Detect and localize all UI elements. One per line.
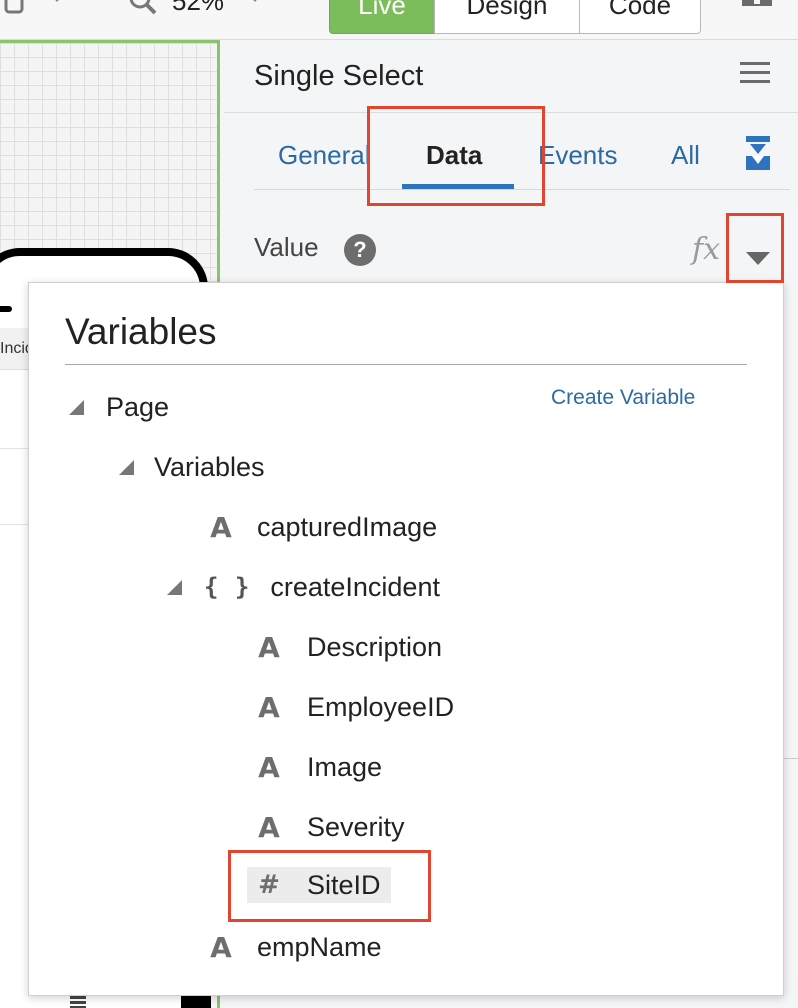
menu-line (740, 62, 770, 65)
code-mode-button[interactable]: Code (579, 0, 701, 34)
tree-label: capturedImage (257, 511, 438, 542)
string-type-icon: A (210, 510, 232, 544)
tree-node-variables[interactable]: Variables (119, 447, 265, 487)
tree-label: Page (106, 391, 170, 422)
collapse-triangle-icon[interactable] (69, 399, 84, 415)
tree-node-description[interactable]: A Description (255, 627, 442, 667)
menu-line (740, 71, 770, 74)
zoom-level[interactable]: 52% (172, 0, 224, 17)
list-view-icon (70, 996, 86, 1008)
tree-node-severity[interactable]: A Severity (255, 807, 405, 847)
device-icon[interactable] (0, 0, 28, 16)
tree-label: EmployeeID (307, 691, 455, 722)
tree-node-image[interactable]: A Image (255, 747, 382, 787)
tab-all[interactable]: All (671, 140, 700, 171)
top-toolbar: 52% Live Design Code (0, 0, 798, 40)
tree-label: Description (307, 631, 443, 662)
create-variable-link[interactable]: Create Variable (551, 386, 695, 410)
live-mode-button[interactable]: Live (329, 0, 435, 34)
tree-node-employeeid[interactable]: A EmployeeID (255, 687, 454, 727)
tree-label: empName (257, 931, 382, 962)
tab-general[interactable]: General (278, 140, 371, 171)
tree-node-capturedimage[interactable]: A capturedImage (207, 507, 437, 547)
string-type-icon: A (258, 750, 280, 784)
object-type-icon: { } (204, 573, 251, 601)
tab-events[interactable]: Events (538, 140, 618, 171)
string-type-icon: A (258, 630, 280, 664)
dropdown-highlight-box (726, 213, 784, 283)
component-title: Single Select (254, 60, 424, 92)
panel-divider (784, 758, 798, 759)
string-type-icon: A (258, 810, 280, 844)
tree-node-createincident[interactable]: { } createIncident (167, 567, 440, 607)
collapse-triangle-icon[interactable] (167, 579, 182, 595)
tree-label: Image (307, 751, 383, 782)
popup-title: Variables (65, 311, 217, 352)
design-mode-button[interactable]: Design (434, 0, 580, 34)
tree-label: Severity (307, 811, 405, 842)
help-icon[interactable]: ? (344, 234, 376, 266)
tree-node-page[interactable]: Page (69, 387, 169, 427)
fx-expression-icon[interactable]: fx (692, 232, 720, 267)
tree-node-empname[interactable]: A empName (207, 927, 382, 967)
panel-toggle-icon[interactable] (740, 0, 776, 16)
string-type-icon: A (210, 930, 232, 964)
collapse-triangle-icon[interactable] (119, 459, 134, 475)
zoom-search-icon[interactable] (128, 0, 158, 18)
menu-line (740, 80, 770, 83)
component-data-icon[interactable] (744, 136, 772, 170)
zoom-dropdown-caret-icon[interactable] (248, 0, 262, 2)
tree-label: createIncident (270, 571, 440, 602)
device-dropdown-caret-icon[interactable] (50, 0, 64, 2)
data-tab-highlight-box (367, 106, 545, 206)
designer-window: 52% Live Design Code Incid Single Select (0, 0, 798, 1008)
string-type-icon: A (258, 690, 280, 724)
tree-label: Variables (154, 451, 265, 482)
phone-status-bar (0, 306, 12, 312)
value-label: Value (254, 232, 319, 262)
popup-divider (65, 364, 747, 365)
panel-menu-icon[interactable] (740, 62, 770, 90)
siteid-highlight-box (228, 850, 431, 922)
